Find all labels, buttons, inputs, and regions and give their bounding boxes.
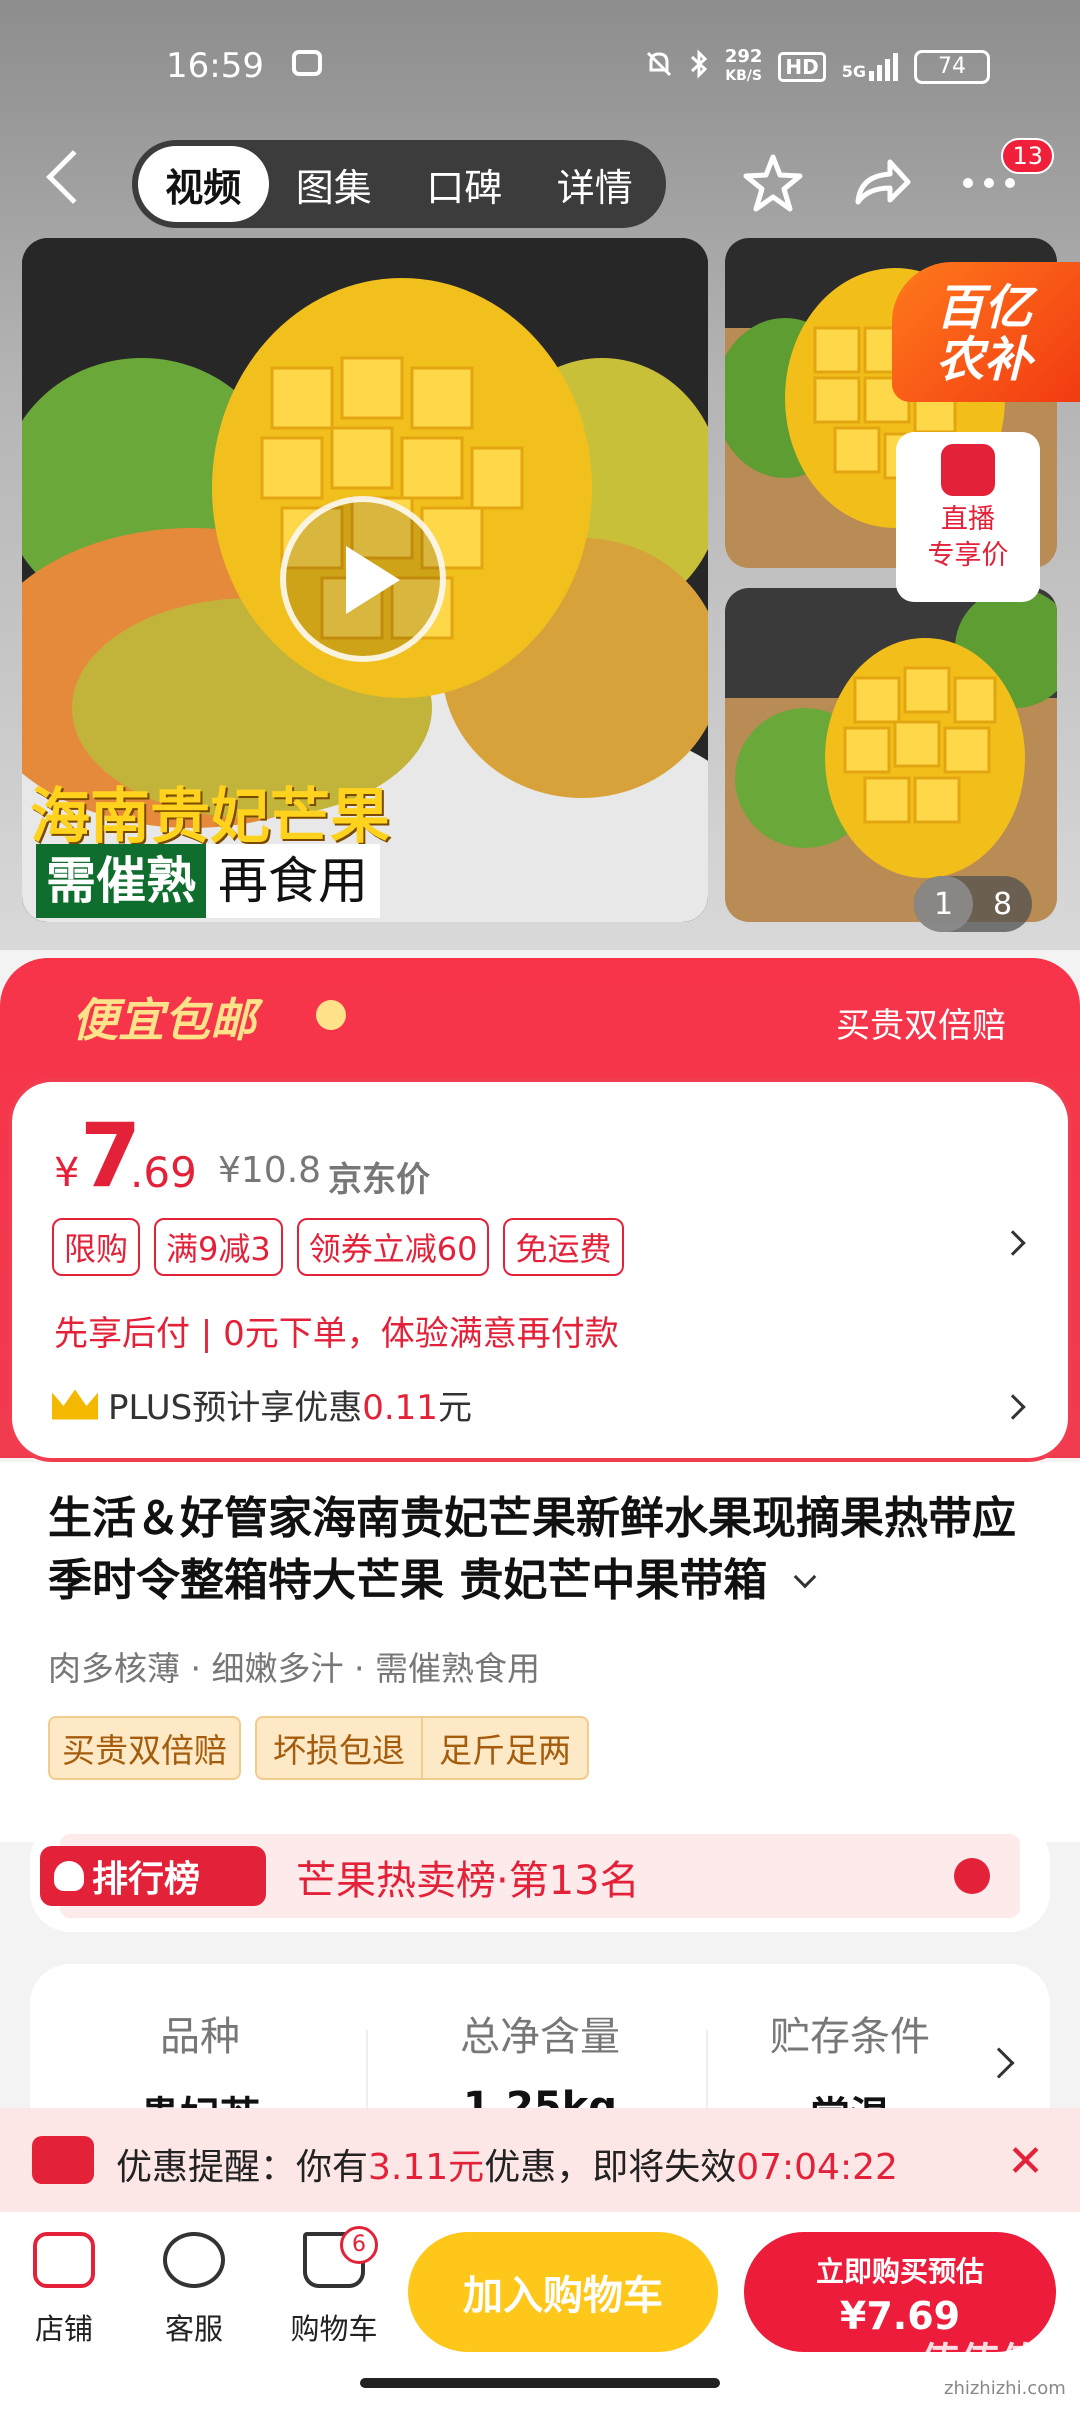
bluetooth-icon: [689, 49, 709, 84]
coupon-countdown: 07:04:22: [736, 2147, 898, 2188]
ranking-text[interactable]: 芒果热卖榜·第13名: [296, 1848, 640, 1906]
tag-free-shipping: 免运费: [503, 1218, 624, 1276]
pay-later[interactable]: 先享后付 | 0元下单，体验满意再付款: [54, 1306, 619, 1355]
promo-tags[interactable]: 限购 满9减3 领券立减60 免运费: [52, 1218, 624, 1276]
battery-level: 74: [938, 54, 966, 79]
tag-limit: 限购: [52, 1218, 141, 1276]
counter-current: 1: [914, 876, 973, 932]
ranking-badge-text: 排行榜: [92, 1859, 201, 1900]
tab-reviews[interactable]: 口碑: [399, 146, 530, 222]
live-line-2: 专享价: [927, 540, 1009, 571]
image-counter: 1 8: [914, 876, 1032, 932]
chip-return: 坏损包退 足斤足两: [255, 1716, 589, 1780]
subsidy-line-1: 百亿: [936, 280, 1033, 336]
watermark-url: zhizhizhi.com: [944, 2378, 1066, 2399]
product-features: 肉多核薄 · 细嫩多汁 · 需催熟食用: [48, 1649, 540, 1688]
mute-icon: [645, 50, 673, 83]
plus-discount[interactable]: PLUS预计享优惠0.11元: [52, 1380, 472, 1429]
trophy-icon: [54, 1861, 84, 1891]
caption-tag: 需催熟: [36, 844, 206, 918]
ranking-arrow-icon[interactable]: [954, 1858, 990, 1894]
coupon-middle: 优惠，即将失效: [484, 2147, 737, 2188]
tag-discount: 满9减3: [154, 1218, 283, 1276]
price-decimal: .69: [130, 1148, 197, 1197]
cart-count-badge: 6: [340, 2226, 378, 2264]
caption-tail: 再食用: [206, 844, 380, 918]
crown-icon: [52, 1389, 98, 1420]
promo-guarantee: 买贵双倍赔: [836, 1006, 1006, 1046]
plus-amount: 0.11: [362, 1388, 438, 1428]
live-line-1: 直播: [941, 504, 995, 535]
net-speed-value: 292: [724, 46, 763, 67]
coupon-reminder[interactable]: 优惠提醒：你有3.11元优惠，即将失效07:04:22 ✕: [0, 2108, 1080, 2212]
service-label: 客服: [164, 2312, 223, 2346]
status-bar: 16:59 292 KB/S HD 5G 74: [0, 40, 1080, 100]
more-badge: 13: [1001, 138, 1054, 174]
subsidy-line-2: 农补: [936, 332, 1033, 388]
product-title[interactable]: 生活＆好管家海南贵妃芒果新鲜水果现摘果热带应季时令整箱特大芒果 贵妃芒中果带箱: [48, 1488, 1038, 1612]
tags-chevron-icon[interactable]: [1000, 1230, 1026, 1256]
chip-damage-return: 坏损包退: [273, 1731, 405, 1770]
coupon-amount: 3.11元: [368, 2147, 485, 2188]
store-icon: [33, 2232, 95, 2288]
spec-key: 品种: [160, 2014, 240, 2060]
tab-details[interactable]: 详情: [530, 146, 661, 222]
service-button[interactable]: 客服: [144, 2232, 244, 2348]
hd-badge: HD: [778, 51, 826, 82]
play-button[interactable]: [280, 496, 446, 662]
counter-total: 8: [992, 886, 1013, 922]
service-chips[interactable]: 买贵双倍赔 坏损包退 足斤足两: [48, 1716, 589, 1780]
net-speed: 292 KB/S: [725, 48, 763, 85]
status-right: 292 KB/S HD 5G 74: [645, 48, 990, 85]
live-price-button[interactable]: 直播 专享价: [896, 432, 1040, 602]
store-label: 店铺: [34, 2312, 93, 2346]
service-icon: [163, 2232, 225, 2288]
promo-title[interactable]: 便宜包邮: [72, 984, 256, 1050]
price-currency: ¥: [54, 1150, 80, 1196]
cart-label: 购物车: [290, 2312, 378, 2346]
battery-icon: 74: [914, 49, 990, 84]
spec-divider: [366, 2030, 368, 2110]
net-speed-unit: KB/S: [725, 68, 762, 84]
price-card: ¥ 7 .69 ¥10.8 京东价 限购 满9减3 领券立减60 免运费 先享后…: [8, 1078, 1072, 1462]
status-time: 16:59: [166, 46, 264, 86]
caption-note: 需催熟 再食用: [36, 844, 380, 918]
original-price-label: 京东价: [328, 1160, 430, 1200]
share-icon[interactable]: [846, 148, 916, 218]
tab-video[interactable]: 视频: [138, 146, 269, 222]
tag-coupon: 领券立减60: [296, 1218, 490, 1276]
home-indicator[interactable]: [360, 2378, 720, 2388]
tv-icon: [292, 50, 322, 76]
plus-suffix: 元: [437, 1388, 472, 1428]
thumbnail-2[interactable]: [725, 588, 1057, 922]
plus-chevron-icon[interactable]: [1000, 1394, 1026, 1420]
live-bag-icon: [941, 444, 995, 496]
tab-gallery[interactable]: 图集: [269, 146, 400, 222]
coupon-prefix: 优惠提醒：你有: [116, 2147, 369, 2188]
chip-price-guarantee: 买贵双倍赔: [48, 1716, 241, 1780]
signal-icon: 5G: [841, 52, 898, 81]
plus-prefix: PLUS预计享优惠: [108, 1388, 363, 1428]
agri-subsidy-badge[interactable]: 百亿 农补: [892, 262, 1080, 402]
ranking-badge: 排行榜: [40, 1846, 266, 1906]
caption-title: 海南贵妃芒果: [30, 782, 390, 852]
close-icon[interactable]: ✕: [1007, 2136, 1044, 2187]
coupon-text: 优惠提醒：你有3.11元优惠，即将失效07:04:22: [116, 2138, 898, 2190]
coupon-icon: [32, 2136, 94, 2184]
main-video[interactable]: 海南贵妃芒果 需催熟 再食用: [22, 238, 708, 922]
original-price: ¥10.8: [218, 1150, 322, 1191]
spec-key: 贮存条件: [770, 2014, 930, 2060]
add-to-cart-button[interactable]: 加入购物车: [408, 2232, 718, 2352]
buy-now-label: 立即购买预估: [815, 2255, 984, 2288]
spec-key: 总净含量: [460, 2014, 620, 2060]
expand-chevron-icon[interactable]: [793, 1565, 816, 1589]
promo-arrow-icon[interactable]: [316, 1000, 346, 1030]
product-title-text: 生活＆好管家海南贵妃芒果新鲜水果现摘果热带应季时令整箱特大芒果 贵妃芒中果带箱: [48, 1493, 1016, 1606]
favorite-star-icon[interactable]: [738, 148, 808, 218]
thumbnail-image-2: [725, 588, 1057, 922]
media-tabs: 视频 图集 口碑 详情: [132, 140, 666, 228]
store-button[interactable]: 店铺: [14, 2232, 114, 2348]
chip-full-weight: 足斤足两: [421, 1718, 587, 1778]
signal-label: 5G: [841, 61, 866, 81]
